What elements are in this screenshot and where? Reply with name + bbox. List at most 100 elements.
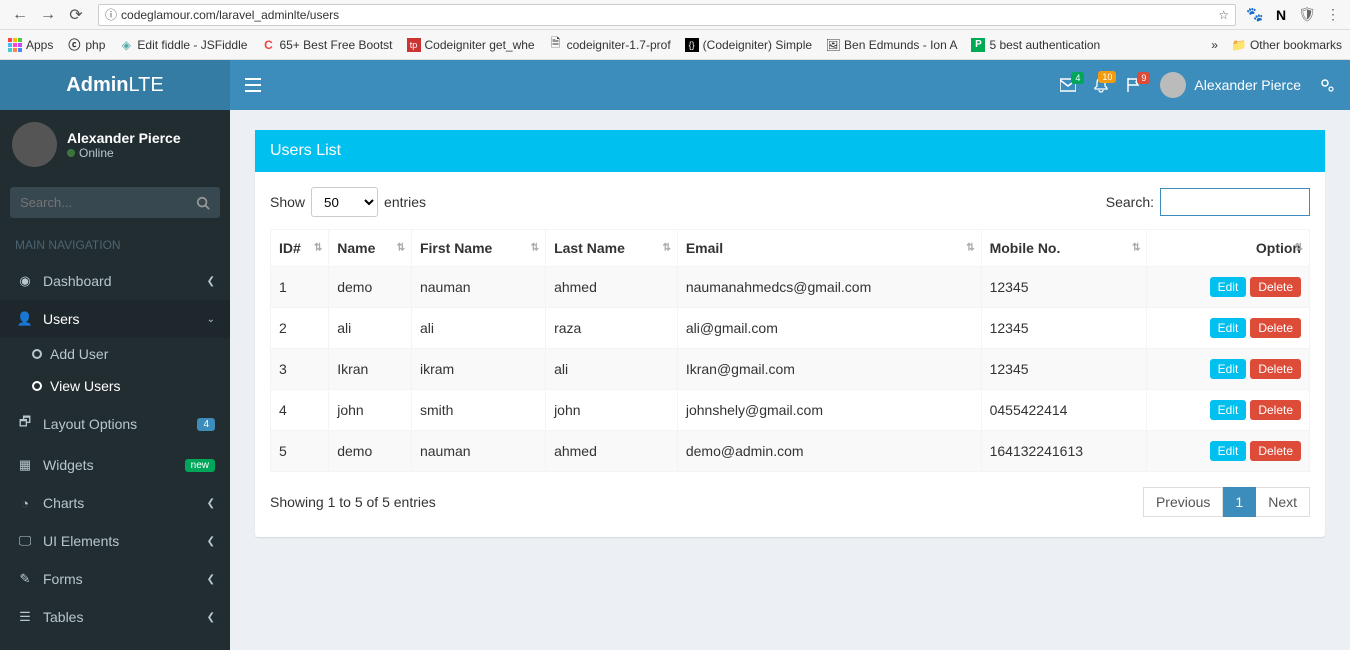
- chevron-left-icon: ❮: [207, 612, 215, 623]
- page-1[interactable]: 1: [1223, 487, 1256, 517]
- bookmark-more[interactable]: »: [1211, 38, 1218, 52]
- page-size-select[interactable]: 50: [311, 187, 378, 217]
- edit-button[interactable]: Edit: [1210, 318, 1247, 338]
- bookmark-ci-getwhere[interactable]: tpCodeigniter get_whe: [407, 38, 535, 52]
- column-header[interactable]: Mobile No.⇅: [981, 230, 1147, 267]
- avatar: [12, 122, 57, 167]
- url-text: codeglamour.com/laravel_adminlte/users: [121, 8, 339, 22]
- ext-icon-2[interactable]: N: [1272, 7, 1290, 23]
- user-status: Online: [67, 146, 181, 160]
- datatable-info: Showing 1 to 5 of 5 entries: [270, 494, 436, 510]
- column-header[interactable]: Option⇅: [1147, 230, 1310, 267]
- bookmark-ben-edmunds[interactable]: 🖼Ben Edmunds - Ion A: [826, 38, 957, 52]
- datatable-footer: Showing 1 to 5 of 5 entries Previous 1 N…: [270, 487, 1310, 517]
- delete-button[interactable]: Delete: [1250, 441, 1301, 461]
- topbar-user[interactable]: Alexander Pierce: [1160, 72, 1301, 98]
- reload-button[interactable]: ⟳: [64, 3, 88, 27]
- delete-button[interactable]: Delete: [1250, 277, 1301, 297]
- menu-icon[interactable]: ⋮: [1324, 6, 1342, 23]
- messages-button[interactable]: 4: [1060, 78, 1076, 92]
- topbar: 4 10 9 Alexander Pierce: [230, 60, 1350, 110]
- cell: ali@gmail.com: [677, 308, 981, 349]
- cell: nauman: [411, 431, 545, 472]
- search-icon: [196, 196, 210, 210]
- edit-button[interactable]: Edit: [1210, 441, 1247, 461]
- cell: 164132241613: [981, 431, 1147, 472]
- back-button[interactable]: ←: [8, 3, 32, 27]
- hamburger-icon: [245, 78, 261, 92]
- sort-icon: ⇅: [662, 243, 670, 254]
- edit-button[interactable]: Edit: [1210, 277, 1247, 297]
- ext-icon-3[interactable]: 🛡: [1298, 6, 1316, 23]
- settings-button[interactable]: [1319, 77, 1335, 93]
- column-header[interactable]: First Name⇅: [411, 230, 545, 267]
- column-header[interactable]: ID#⇅: [271, 230, 329, 267]
- avatar: [1160, 72, 1186, 98]
- cell: 0455422414: [981, 390, 1147, 431]
- delete-button[interactable]: Delete: [1250, 318, 1301, 338]
- bookmark-jsfiddle[interactable]: ◈Edit fiddle - JSFiddle: [119, 38, 247, 52]
- sidebar-toggle[interactable]: [245, 78, 261, 92]
- delete-button[interactable]: Delete: [1250, 359, 1301, 379]
- bookmark-apps[interactable]: Apps: [8, 38, 53, 52]
- sidebar-sub-view-users[interactable]: View Users: [0, 370, 230, 402]
- badge: new: [185, 459, 215, 472]
- sidebar-item-ui[interactable]: 🖵 UI Elements ❮: [0, 522, 230, 560]
- charts-icon: ◔: [15, 496, 35, 511]
- forward-button[interactable]: →: [36, 3, 60, 27]
- circle-icon: [32, 349, 42, 359]
- sidebar-item-forms[interactable]: ✎ Forms ❮: [0, 560, 230, 598]
- star-icon[interactable]: ☆: [1218, 8, 1229, 22]
- next-button[interactable]: Next: [1256, 487, 1310, 517]
- logo[interactable]: AdminLTE: [0, 60, 230, 110]
- widgets-icon: ▦: [15, 457, 35, 473]
- cell: 3: [271, 349, 329, 390]
- sidebar-item-widgets[interactable]: ▦ Widgets new: [0, 446, 230, 484]
- pagination: Previous 1 Next: [1143, 487, 1310, 517]
- other-bookmarks[interactable]: 📁Other bookmarks: [1232, 38, 1342, 52]
- sidebar-item-dashboard[interactable]: ◉ Dashboard ❮: [0, 262, 230, 300]
- bookmark-ci-simple[interactable]: {}(Codeigniter) Simple: [685, 38, 812, 52]
- column-header[interactable]: Name⇅: [329, 230, 412, 267]
- ext-icon-1[interactable]: 🐾: [1246, 6, 1264, 23]
- cell: 5: [271, 431, 329, 472]
- edit-button[interactable]: Edit: [1210, 359, 1247, 379]
- badge: 4: [1071, 72, 1084, 84]
- cell-actions: EditDelete: [1147, 308, 1310, 349]
- bookmark-php[interactable]: ⓒphp: [67, 38, 105, 52]
- url-bar[interactable]: ⓘ codeglamour.com/laravel_adminlte/users…: [98, 4, 1236, 26]
- datatable-search-input[interactable]: [1160, 188, 1310, 216]
- sidebar-item-tables[interactable]: ☰ Tables ❮: [0, 598, 230, 636]
- cell: 1: [271, 267, 329, 308]
- sidebar: AdminLTE Alexander Pierce Online MAIN NA…: [0, 60, 230, 650]
- cell: ali: [329, 308, 412, 349]
- prev-button[interactable]: Previous: [1143, 487, 1223, 517]
- content-area: 4 10 9 Alexander Pierce: [230, 60, 1350, 650]
- sort-icon: ⇅: [397, 243, 405, 254]
- edit-button[interactable]: Edit: [1210, 400, 1247, 420]
- extension-icons: 🐾 N 🛡 ⋮: [1246, 6, 1342, 23]
- sidebar-item-layout[interactable]: 🗗 Layout Options 4: [0, 402, 230, 446]
- cell-actions: EditDelete: [1147, 390, 1310, 431]
- tasks-button[interactable]: 9: [1126, 78, 1142, 92]
- search-button[interactable]: [186, 187, 220, 218]
- sidebar-item-charts[interactable]: ◔ Charts ❮: [0, 484, 230, 522]
- sidebar-sub-add-user[interactable]: Add User: [0, 338, 230, 370]
- bookmark-5best[interactable]: P5 best authentication: [971, 38, 1100, 52]
- sidebar-item-users[interactable]: 👤 Users ⌄: [0, 300, 230, 338]
- cell: 12345: [981, 308, 1147, 349]
- bookmark-bootstrap[interactable]: C65+ Best Free Bootst: [261, 38, 392, 52]
- cell: johnshely@gmail.com: [677, 390, 981, 431]
- sort-icon: ⇅: [531, 243, 539, 254]
- cell: ali: [546, 349, 678, 390]
- cell: demo@admin.com: [677, 431, 981, 472]
- bookmark-ci17[interactable]: 🗎codeigniter-1.7-prof: [549, 38, 671, 52]
- column-header[interactable]: Email⇅: [677, 230, 981, 267]
- column-header[interactable]: Last Name⇅: [546, 230, 678, 267]
- notifications-button[interactable]: 10: [1094, 77, 1108, 93]
- delete-button[interactable]: Delete: [1250, 400, 1301, 420]
- cell: ikram: [411, 349, 545, 390]
- browser-chrome: ← → ⟳ ⓘ codeglamour.com/laravel_adminlte…: [0, 0, 1350, 30]
- chevron-left-icon: ❮: [207, 574, 215, 585]
- user-label: Alexander Pierce: [1194, 77, 1301, 93]
